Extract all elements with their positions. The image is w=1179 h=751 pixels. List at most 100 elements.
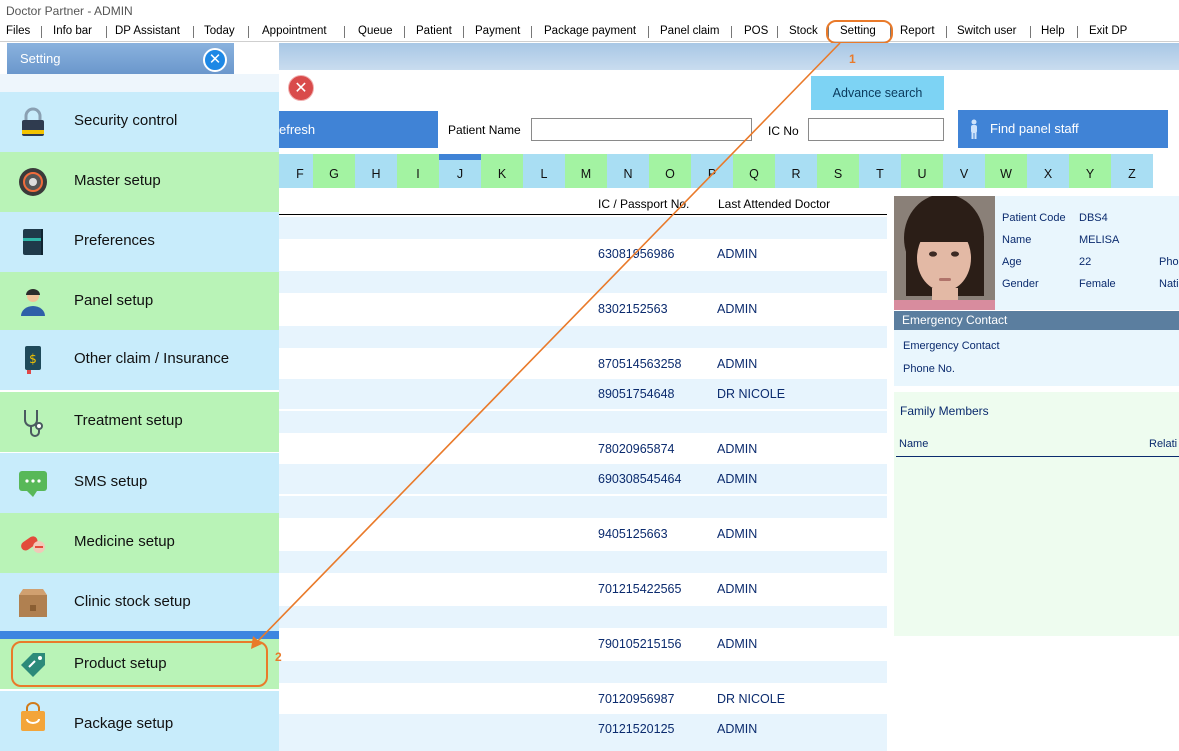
menu-package-payment[interactable]: Package payment (544, 22, 636, 42)
sidebar-item-master-setup[interactable]: Master setup (0, 152, 279, 212)
alpha-tab-u[interactable]: U (901, 154, 943, 188)
menu-help[interactable]: Help (1041, 22, 1065, 42)
patient-name-input[interactable] (531, 118, 752, 141)
table-row[interactable]: 63081956986 ADMIN (279, 239, 887, 269)
emergency-phone-label: Phone No. (903, 363, 955, 375)
sidebar-item-sms-setup[interactable]: SMS setup (0, 453, 279, 513)
sidebar-item-medicine-setup[interactable]: Medicine setup (0, 513, 279, 573)
alpha-tab-m[interactable]: M (565, 154, 607, 188)
menu-separator (344, 26, 345, 38)
table-row[interactable]: 790105215156 ADMIN (279, 629, 887, 659)
alpha-tab-z[interactable]: Z (1111, 154, 1153, 188)
patient-portrait-image (894, 196, 995, 310)
chat-bubble-icon (19, 471, 47, 497)
table-row[interactable]: 70121520125 ADMIN (279, 714, 887, 744)
alpha-tab-y[interactable]: Y (1069, 154, 1111, 188)
alpha-tab-s[interactable]: S (817, 154, 859, 188)
window-title: Doctor Partner - ADMIN (0, 0, 1179, 22)
menu-pos[interactable]: POS (744, 22, 768, 42)
table-row-stripe (279, 551, 887, 573)
sidebar-item-clinic-stock-setup[interactable]: Clinic stock setup (0, 573, 279, 633)
close-icon[interactable]: ✕ (203, 48, 227, 72)
patient-code-value: DBS4 (1079, 212, 1108, 224)
menu-files[interactable]: Files (6, 22, 30, 42)
sidebar-item-other-claim-insurance[interactable]: $ Other claim / Insurance (0, 330, 279, 390)
close-icon[interactable]: ✕ (288, 75, 314, 101)
alpha-tab-j[interactable]: J (439, 154, 481, 188)
advance-search-button[interactable]: Advance search (811, 76, 944, 110)
menu-payment[interactable]: Payment (475, 22, 520, 42)
menu-stock[interactable]: Stock (789, 22, 818, 42)
sidebar-item-label: Preferences (74, 232, 155, 249)
patient-name-value: MELISA (1079, 234, 1120, 246)
alpha-tab-v[interactable]: V (943, 154, 985, 188)
alpha-tab-g[interactable]: G (313, 154, 355, 188)
patient-code-label: Patient Code (1002, 212, 1066, 224)
menu-separator (731, 26, 732, 38)
sidebar-item-label: Treatment setup (74, 412, 183, 429)
patient-name-label: Patient Name (448, 123, 521, 137)
table-row-stripe (279, 217, 887, 239)
table-row[interactable]: 78020965874 ADMIN (279, 434, 887, 464)
ic-no-input[interactable] (808, 118, 944, 141)
alpha-tab-h[interactable]: H (355, 154, 397, 188)
menu-queue[interactable]: Queue (358, 22, 393, 42)
alpha-tab-q[interactable]: Q (733, 154, 775, 188)
alpha-tab-k[interactable]: K (481, 154, 523, 188)
table-row[interactable]: 89051754648 DR NICOLE (279, 379, 887, 409)
menu-separator (41, 26, 42, 38)
menu-separator (946, 26, 947, 38)
menu-appointment[interactable]: Appointment (262, 22, 327, 42)
table-row[interactable]: 690308545464 ADMIN (279, 464, 887, 494)
alphabet-filter-bar: F G H I J K L M N O P Q R S T U V W X Y … (279, 154, 1153, 188)
emergency-contact-header: Emergency Contact (894, 311, 1179, 330)
sidebar-strip (0, 74, 279, 92)
menu-separator (1030, 26, 1031, 38)
step-1-label: 1 (849, 52, 856, 66)
menu-patient[interactable]: Patient (416, 22, 452, 42)
find-panel-staff-button[interactable]: Find panel staff (958, 110, 1168, 148)
table-row[interactable]: 870514563258 ADMIN (279, 349, 887, 379)
menu-dp-assistant[interactable]: DP Assistant (115, 22, 180, 42)
sidebar-item-treatment-setup[interactable]: Treatment setup (0, 392, 279, 452)
menu-switch-user[interactable]: Switch user (957, 22, 1016, 42)
alpha-tab-n[interactable]: N (607, 154, 649, 188)
sidebar-item-panel-setup[interactable]: Panel setup (0, 272, 279, 332)
sidebar-item-label: Other claim / Insurance (74, 350, 230, 367)
stethoscope-icon (24, 410, 43, 437)
menu-info-bar[interactable]: Info bar (53, 22, 92, 42)
table-row-stripe (279, 411, 887, 433)
family-members-panel: Family Members Name Relati (894, 392, 1179, 636)
column-header-ic: IC / Passport No. (598, 197, 690, 211)
table-row[interactable]: 9405125663 ADMIN (279, 519, 887, 549)
alpha-tab-r[interactable]: R (775, 154, 817, 188)
alpha-tab-l[interactable]: L (523, 154, 565, 188)
table-row-stripe (279, 326, 887, 348)
money-doc-icon: $ (25, 346, 41, 374)
sidebar-item-package-setup[interactable]: Package setup (0, 691, 279, 751)
sidebar-item-label: Master setup (74, 172, 161, 189)
menu-today[interactable]: Today (204, 22, 235, 42)
menu-exit-dp[interactable]: Exit DP (1089, 22, 1127, 42)
table-row[interactable]: 8302152563 ADMIN (279, 294, 887, 324)
box-icon (19, 589, 47, 617)
alpha-tab-p[interactable]: P (691, 154, 733, 188)
lock-icon (22, 107, 44, 136)
refresh-button[interactable]: efresh (279, 111, 438, 148)
menu-panel-claim[interactable]: Panel claim (660, 22, 719, 42)
table-row[interactable]: 701215422565 ADMIN (279, 574, 887, 604)
alpha-tab-o[interactable]: O (649, 154, 691, 188)
column-header-doctor: Last Attended Doctor (718, 197, 831, 211)
table-row-stripe (279, 661, 887, 683)
table-row[interactable]: 70120956987 DR NICOLE (279, 684, 887, 714)
family-column-relation: Relati (1149, 438, 1178, 450)
menu-separator (248, 26, 249, 38)
alpha-tab-w[interactable]: W (985, 154, 1027, 188)
sidebar-item-preferences[interactable]: Preferences (0, 212, 279, 272)
alpha-tab-t[interactable]: T (859, 154, 901, 188)
alpha-tab-i[interactable]: I (397, 154, 439, 188)
sidebar-item-security-control[interactable]: Security control (0, 92, 279, 152)
alpha-tab-x[interactable]: X (1027, 154, 1069, 188)
find-panel-staff-label: Find panel staff (990, 121, 1079, 136)
menu-report[interactable]: Report (900, 22, 935, 42)
